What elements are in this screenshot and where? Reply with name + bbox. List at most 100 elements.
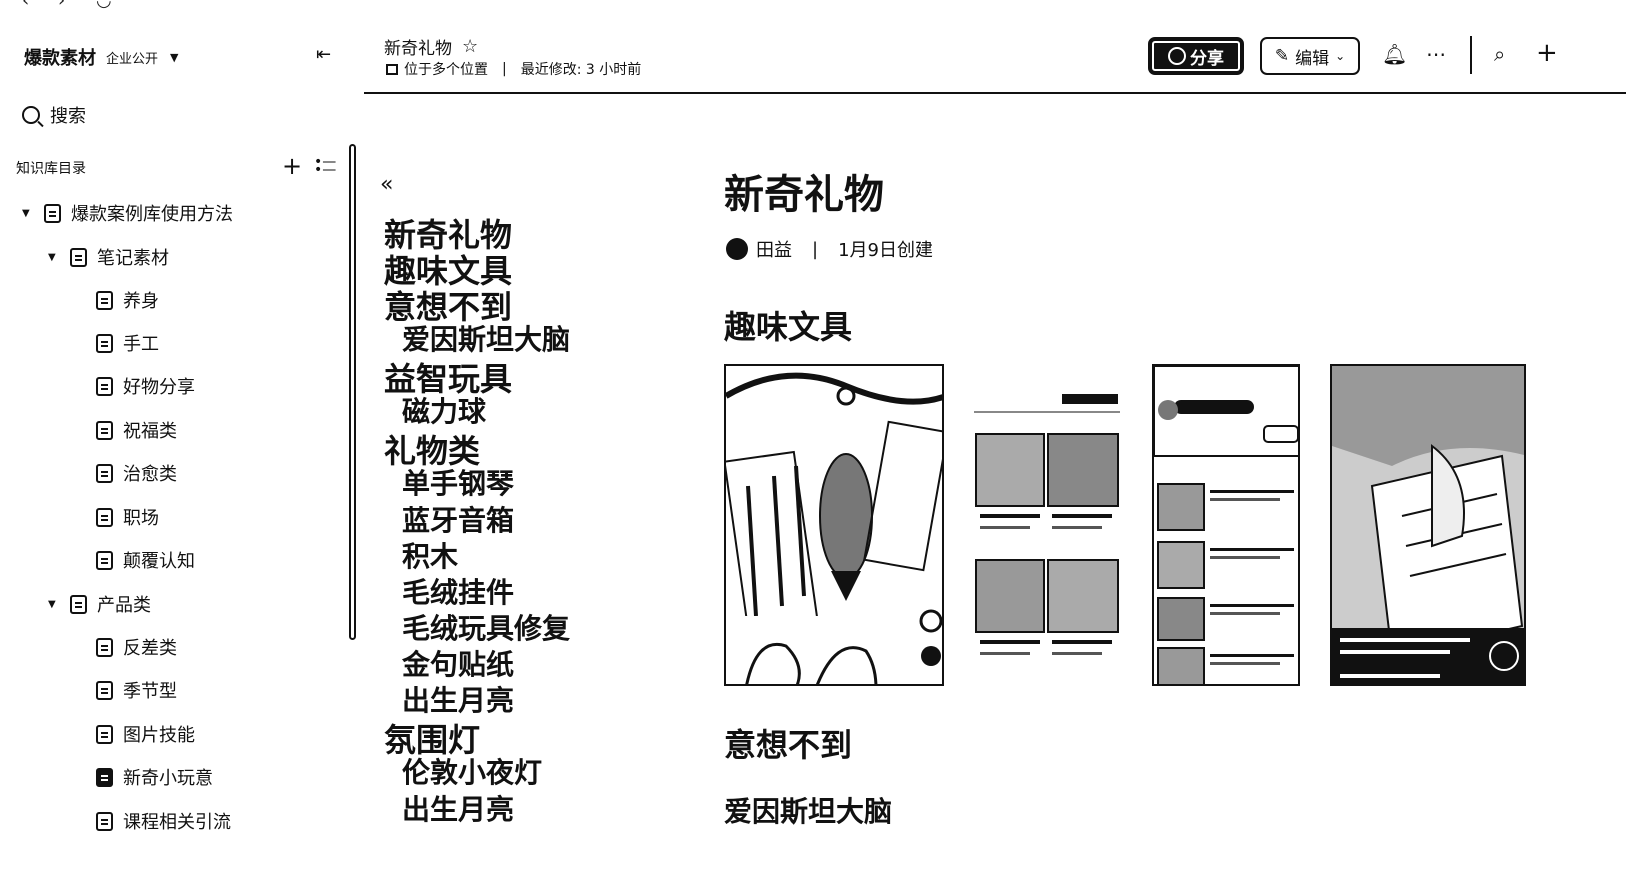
tree-item-label: 手工 — [123, 334, 159, 355]
tree-item-workplace[interactable]: 职场 — [96, 504, 159, 530]
edit-label: 编辑 — [1295, 48, 1330, 69]
sidebar-scrollbar[interactable] — [349, 144, 356, 640]
doc-icon — [96, 507, 113, 527]
outline-item[interactable]: 蓝牙音箱 — [402, 499, 514, 539]
doc-icon — [70, 247, 87, 267]
workspace-scope: 企业公开 — [106, 51, 159, 67]
chevron-down-icon[interactable]: ▼ — [48, 599, 62, 610]
thumbnail-image[interactable] — [724, 364, 944, 686]
tree-item-contrast[interactable]: 反差类 — [96, 634, 177, 660]
doc-modified: 最近修改: 3 小时前 — [520, 62, 642, 78]
tree-item-label: 养身 — [123, 291, 159, 312]
doc-location[interactable]: 位于多个位置 — [404, 59, 488, 79]
double-chevron-left-icon[interactable]: « — [380, 172, 393, 197]
tree-item-products[interactable]: ▼ 产品类 — [48, 591, 151, 617]
doc-icon — [96, 463, 113, 483]
header-divider — [1470, 36, 1472, 74]
outline-item[interactable]: 伦敦小夜灯 — [402, 751, 542, 791]
tree-item-healing[interactable]: 治愈类 — [96, 460, 177, 486]
doc-icon — [96, 637, 113, 657]
doc-icon — [96, 420, 113, 440]
tree-item-course-traffic[interactable]: 课程相关引流 — [96, 808, 231, 834]
outline-item[interactable]: 金句贴纸 — [402, 643, 514, 683]
share-button[interactable]: 分享 — [1148, 37, 1244, 75]
globe-icon — [1168, 47, 1186, 65]
tree-item-label: 爆款案例库使用方法 — [71, 204, 233, 225]
caret-down-icon[interactable]: ▼ — [170, 51, 178, 64]
more-icon[interactable]: ⋯ — [1426, 42, 1446, 66]
doc-icon — [96, 376, 113, 396]
search-icon[interactable]: ⌕ — [1494, 42, 1505, 66]
tree-item-notes[interactable]: ▼ 笔记素材 — [48, 244, 169, 270]
tree-item-label: 颠覆认知 — [123, 551, 195, 572]
chevron-down-icon[interactable]: ▼ — [22, 208, 36, 219]
sidebar: 爆款素材 企业公开 ▼ ⇤ 搜索 知识库目录 + •— •— ▼ 爆款案例库使用方… — [0, 0, 360, 872]
doc-outline: « 新奇礼物 趣味文具 意想不到 爱因斯坦大脑 益智玩具 磁力球 礼物类 单手钢… — [364, 96, 694, 872]
collapse-sidebar-icon[interactable]: ⇤ — [316, 44, 331, 65]
doc-icon — [70, 594, 87, 614]
doc-icon — [96, 724, 113, 744]
tree-item-seasonal[interactable]: 季节型 — [96, 677, 177, 703]
edit-button[interactable]: ✎ 编辑 ⌄ — [1260, 37, 1360, 75]
header-title-text: 新奇礼物 — [384, 39, 452, 59]
add-icon[interactable]: + — [1536, 38, 1558, 68]
subsection-heading: 爱因斯坦大脑 — [724, 795, 893, 828]
tree-item-label: 职场 — [123, 508, 159, 529]
tree-item-handcraft[interactable]: 手工 — [96, 330, 159, 356]
outline-item[interactable]: 出生月亮 — [402, 788, 514, 828]
search-icon — [22, 106, 40, 124]
tree-item-image-skills[interactable]: 图片技能 — [96, 721, 195, 747]
outline-item[interactable]: 爱因斯坦大脑 — [402, 318, 570, 358]
list-settings-icon[interactable]: •— •— — [314, 155, 336, 177]
outline-item[interactable]: 磁力球 — [402, 390, 486, 430]
doc-icon — [96, 811, 113, 831]
chevron-down-icon[interactable]: ▼ — [48, 252, 62, 263]
chevron-down-icon[interactable]: ⌄ — [1335, 49, 1345, 63]
tree-item-label: 好物分享 — [123, 377, 195, 398]
outline-item[interactable]: 毛绒挂件 — [402, 571, 514, 611]
outline-item[interactable]: 单手钢琴 — [402, 462, 514, 502]
add-icon[interactable]: + — [282, 152, 302, 180]
outline-item[interactable]: 毛绒玩具修复 — [402, 607, 570, 647]
share-label: 分享 — [1190, 48, 1224, 69]
search-label: 搜索 — [50, 106, 86, 127]
author-name[interactable]: 田益 — [756, 236, 792, 262]
meta-separator: | — [812, 238, 819, 260]
doc-icon — [96, 333, 113, 353]
doc-meta: 位于多个位置 | 最近修改: 3 小时前 — [386, 59, 641, 79]
tree-item-label: 课程相关引流 — [123, 812, 231, 833]
doc-header: 新奇礼物 ☆ 位于多个位置 | 最近修改: 3 小时前 分享 ✎ 编辑 ⌄ 🔔︎… — [364, 0, 1626, 94]
meta-separator: | — [502, 61, 507, 77]
tree-item-label: 新奇小玩意 — [123, 768, 213, 789]
doc-icon — [44, 203, 61, 223]
location-icon — [386, 63, 398, 75]
bell-icon[interactable]: 🔔︎ — [1382, 42, 1407, 66]
tree-item-label: 反差类 — [123, 638, 177, 659]
thumbnail-image[interactable] — [1330, 364, 1526, 686]
doc-icon — [96, 767, 113, 787]
tree-item-usage[interactable]: ▼ 爆款案例库使用方法 — [22, 200, 233, 226]
tree-item-novelty[interactable]: 新奇小玩意 — [96, 764, 213, 790]
search-button[interactable]: 搜索 — [22, 102, 86, 128]
tree-item-label: 治愈类 — [123, 464, 177, 485]
workspace-name: 爆款素材 — [24, 48, 96, 69]
tree-item-goods-share[interactable]: 好物分享 — [96, 373, 195, 399]
tree-item-label: 季节型 — [123, 681, 177, 702]
tree-item-health[interactable]: 养身 — [96, 287, 159, 313]
tree-item-disrupt[interactable]: 颠覆认知 — [96, 547, 195, 573]
thumbnail-image[interactable] — [1152, 364, 1300, 686]
outline-item[interactable]: 出生月亮 — [402, 679, 514, 719]
thumbnail-image[interactable] — [974, 364, 1120, 686]
workspace-brand[interactable]: 爆款素材 企业公开 ▼ — [24, 44, 178, 70]
author-row: 田益 | 1月9日创建 — [726, 236, 933, 262]
doc-icon — [96, 550, 113, 570]
doc-icon — [96, 680, 113, 700]
outline-item[interactable]: 积木 — [402, 535, 458, 575]
tree-item-label: 祝福类 — [123, 421, 177, 442]
tree-item-label: 笔记素材 — [97, 248, 169, 269]
tree-item-blessing[interactable]: 祝福类 — [96, 417, 177, 443]
star-icon[interactable]: ☆ — [462, 36, 478, 57]
avatar[interactable] — [726, 238, 748, 260]
section-heading: 意想不到 — [724, 726, 853, 764]
doc-content: 新奇礼物 田益 | 1月9日创建 趣味文具 意想不到 爱因斯坦大脑 — [724, 96, 1604, 872]
